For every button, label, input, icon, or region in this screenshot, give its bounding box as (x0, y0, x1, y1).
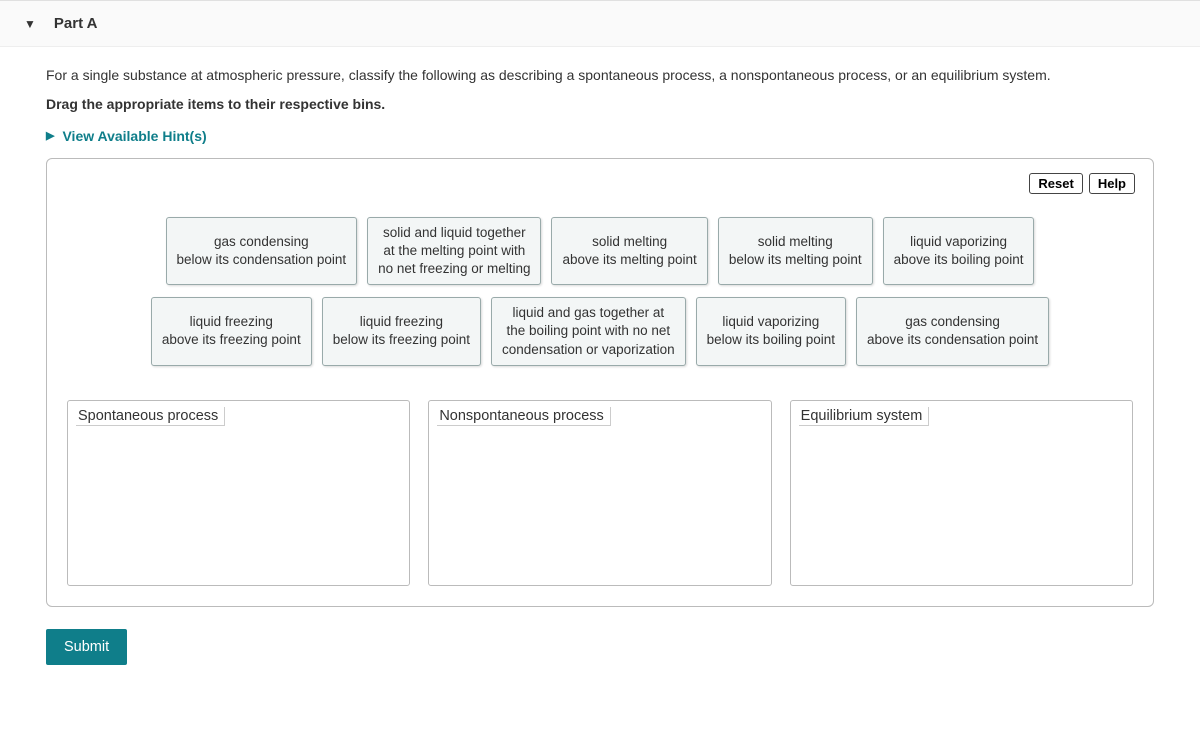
activity-area: Reset Help gas condensing below its cond… (46, 158, 1154, 607)
bin-label: Spontaneous process (76, 407, 225, 426)
help-button[interactable]: Help (1089, 173, 1135, 194)
reset-button[interactable]: Reset (1029, 173, 1082, 194)
bin-label: Nonspontaneous process (437, 407, 610, 426)
draggable-item[interactable]: liquid freezing below its freezing point (322, 297, 481, 366)
part-title: Part A (54, 15, 98, 32)
draggable-item[interactable]: liquid vaporizing below its boiling poin… (696, 297, 846, 366)
chevron-right-icon: ▶ (46, 129, 54, 142)
collapse-icon: ▼ (24, 17, 36, 31)
view-hints-button[interactable]: ▶ View Available Hint(s) (46, 128, 207, 144)
draggable-item[interactable]: solid melting above its melting point (551, 217, 707, 286)
draggable-item[interactable]: liquid freezing above its freezing point (151, 297, 312, 366)
bin-spontaneous[interactable]: Spontaneous process (67, 400, 410, 586)
prompt-instruction: Drag the appropriate items to their resp… (46, 96, 1154, 112)
draggable-item[interactable]: solid and liquid together at the melting… (367, 217, 541, 286)
draggable-item[interactable]: gas condensing above its condensation po… (856, 297, 1049, 366)
draggable-item[interactable]: liquid and gas together at the boiling p… (491, 297, 686, 366)
draggable-item[interactable]: liquid vaporizing above its boiling poin… (883, 217, 1035, 286)
draggable-item[interactable]: solid melting below its melting point (718, 217, 873, 286)
submit-button[interactable]: Submit (46, 629, 127, 665)
bin-label: Equilibrium system (799, 407, 930, 426)
bin-nonspontaneous[interactable]: Nonspontaneous process (428, 400, 771, 586)
draggable-items-area: gas condensing below its condensation po… (67, 217, 1133, 366)
prompt-text: For a single substance at atmospheric pr… (46, 65, 1154, 86)
bin-equilibrium[interactable]: Equilibrium system (790, 400, 1133, 586)
draggable-item[interactable]: gas condensing below its condensation po… (166, 217, 358, 286)
part-header[interactable]: ▼ Part A (0, 1, 1200, 47)
hints-label: View Available Hint(s) (62, 128, 206, 144)
